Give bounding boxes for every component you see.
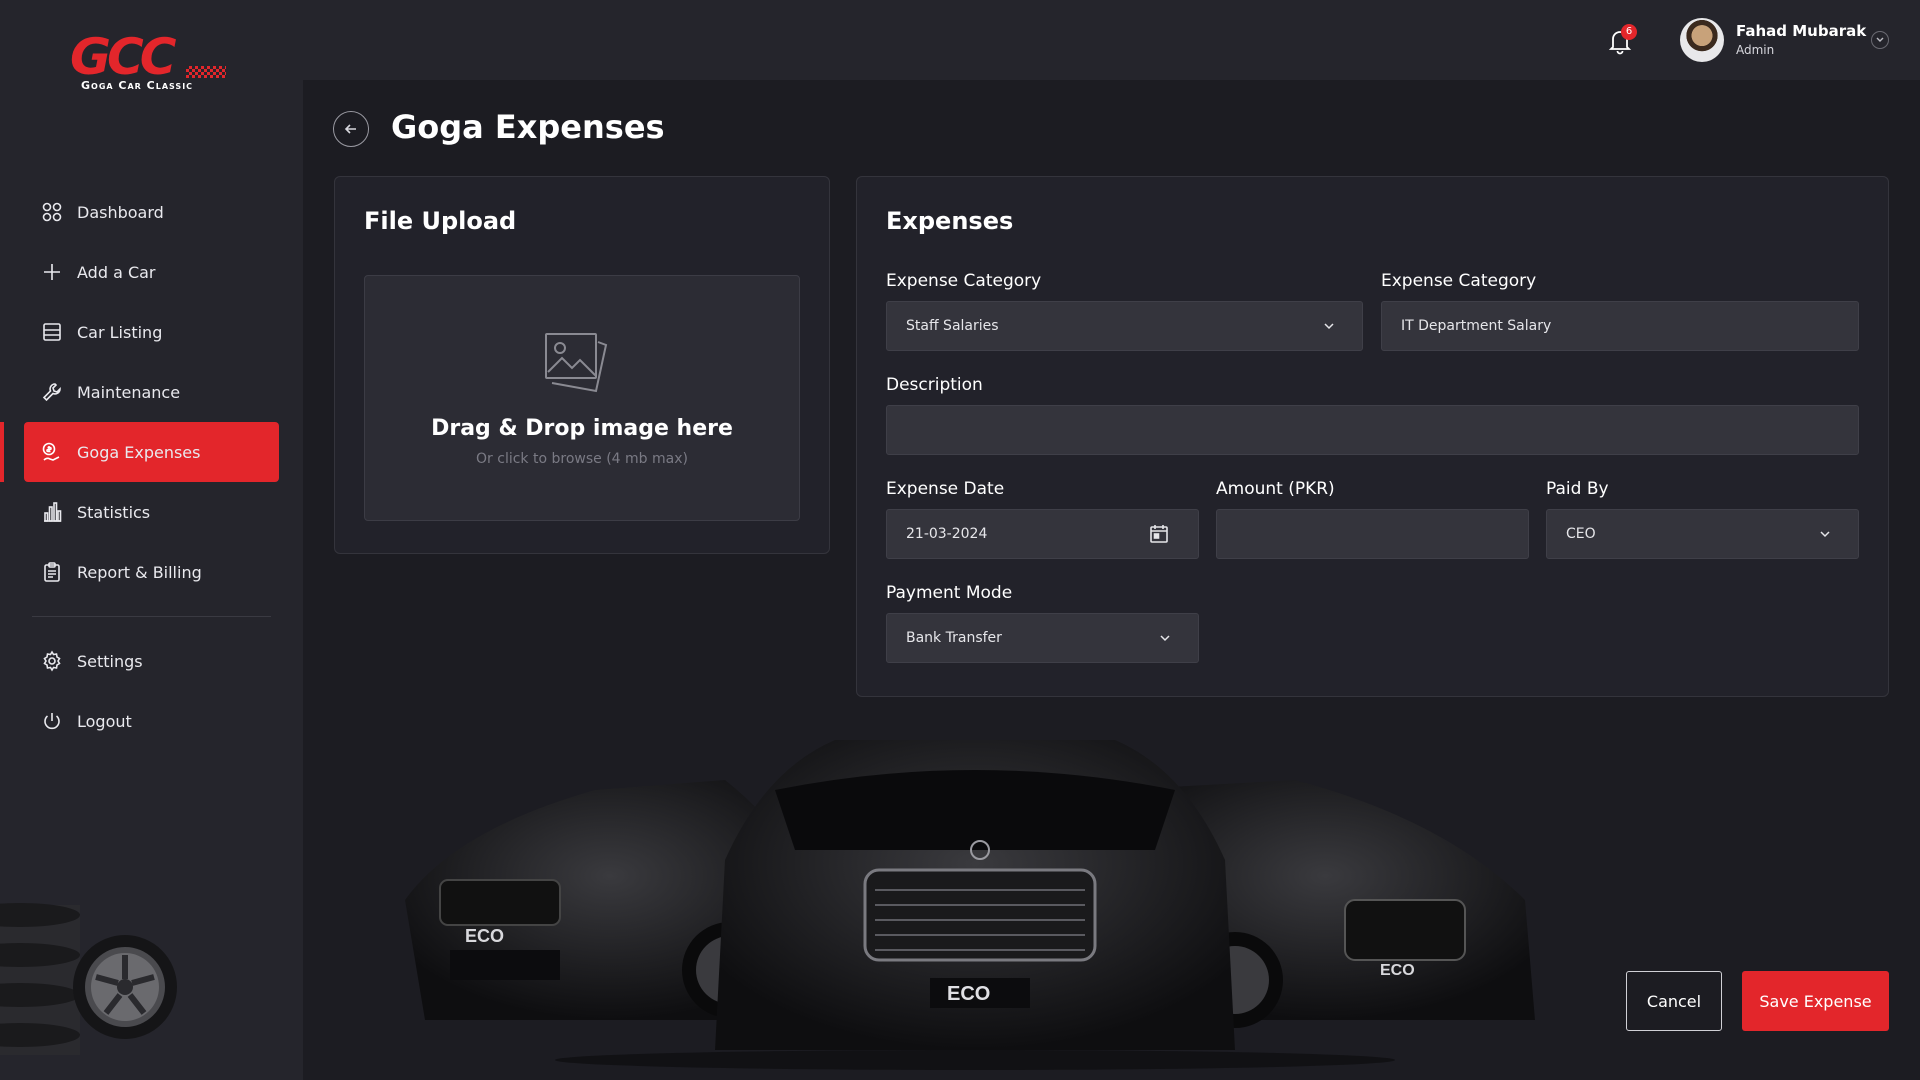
expenses-title: Expenses xyxy=(886,207,1014,235)
expense-subcategory-input[interactable]: IT Department Salary xyxy=(1381,301,1859,351)
sidebar-item-label: Goga Expenses xyxy=(77,442,201,462)
sidebar-item-maintenance[interactable]: Maintenance xyxy=(0,362,303,422)
sidebar-item-label: Car Listing xyxy=(77,322,163,342)
expense-category-select[interactable]: Staff Salaries xyxy=(886,301,1363,351)
grid-icon xyxy=(41,201,63,223)
topbar xyxy=(303,0,1920,80)
expenses-card: Expenses Expense Category Staff Salaries… xyxy=(856,176,1889,697)
sidebar-item-report-billing[interactable]: Report & Billing xyxy=(0,542,303,602)
paid-by-value: CEO xyxy=(1566,526,1596,542)
expenses-icon xyxy=(41,441,63,463)
cancel-button[interactable]: Cancel xyxy=(1626,971,1722,1031)
checkered-flag-icon xyxy=(186,66,226,78)
amount-input[interactable] xyxy=(1216,509,1529,559)
sidebar-item-goga-expenses[interactable]: Goga Expenses xyxy=(0,422,279,482)
sidebar-item-add-car[interactable]: Add a Car xyxy=(0,242,303,302)
sidebar-item-logout[interactable]: Logout xyxy=(0,691,303,751)
sidebar: GCC Goga Car Classic Dashboard Add a Car… xyxy=(0,0,303,1080)
chevron-down-icon xyxy=(1876,37,1884,42)
notification-badge: 6 xyxy=(1621,24,1637,40)
sidebar-nav: Dashboard Add a Car Car Listing Maintena… xyxy=(0,182,303,751)
chevron-down-icon xyxy=(1324,323,1334,330)
avatar[interactable] xyxy=(1680,18,1724,62)
bar-chart-icon xyxy=(41,501,63,523)
expense-date-input[interactable]: 21-03-2024 xyxy=(886,509,1199,559)
paid-by-label: Paid By xyxy=(1546,479,1609,499)
power-icon xyxy=(41,710,63,732)
user-name: Fahad Mubarak xyxy=(1736,22,1867,40)
sidebar-item-car-listing[interactable]: Car Listing xyxy=(0,302,303,362)
sidebar-item-label: Dashboard xyxy=(77,202,164,222)
payment-mode-label: Payment Mode xyxy=(886,583,1013,603)
arrow-left-icon xyxy=(344,124,356,134)
sidebar-item-label: Maintenance xyxy=(77,382,181,402)
user-role: Admin xyxy=(1736,43,1775,57)
sidebar-item-label: Logout xyxy=(77,711,132,731)
file-upload-title: File Upload xyxy=(364,207,517,235)
image-dropzone[interactable]: Drag & Drop image here Or click to brows… xyxy=(364,275,800,521)
wrench-icon xyxy=(41,381,63,403)
logo-subtitle: Goga Car Classic xyxy=(81,79,194,92)
expense-category-value: Staff Salaries xyxy=(906,318,999,334)
payment-mode-select[interactable]: Bank Transfer xyxy=(886,613,1199,663)
expense-subcategory-value: IT Department Salary xyxy=(1401,318,1552,334)
chevron-down-icon xyxy=(1160,635,1170,642)
sidebar-divider xyxy=(32,616,271,617)
dropzone-subtitle: Or click to browse (4 mb max) xyxy=(476,451,688,467)
save-expense-button[interactable]: Save Expense xyxy=(1742,971,1889,1031)
image-icon xyxy=(545,333,608,393)
list-icon xyxy=(41,321,63,343)
sidebar-item-label: Add a Car xyxy=(77,262,156,282)
dropzone-title: Drag & Drop image here xyxy=(431,416,733,441)
payment-mode-value: Bank Transfer xyxy=(906,630,1002,646)
sidebar-item-label: Statistics xyxy=(77,502,151,522)
page-title: Goga Expenses xyxy=(391,108,665,146)
cars-illustration: ECO ECO ECO xyxy=(405,740,1535,1070)
paid-by-select[interactable]: CEO xyxy=(1546,509,1859,559)
sidebar-item-settings[interactable]: Settings xyxy=(0,631,303,691)
description-label: Description xyxy=(886,375,983,395)
gear-icon xyxy=(41,650,63,672)
description-input[interactable] xyxy=(886,405,1859,455)
user-menu-button[interactable] xyxy=(1871,31,1889,49)
calendar-icon[interactable] xyxy=(1148,523,1170,545)
brand-logo[interactable]: GCC Goga Car Classic xyxy=(68,32,228,94)
amount-label: Amount (PKR) xyxy=(1216,479,1335,499)
car-plate: ECO xyxy=(947,983,990,1005)
tires-illustration xyxy=(0,903,177,1055)
car-plate: ECO xyxy=(465,926,504,946)
expense-date-value: 21-03-2024 xyxy=(906,526,988,542)
sidebar-item-dashboard[interactable]: Dashboard xyxy=(0,182,303,242)
sidebar-item-label: Report & Billing xyxy=(77,562,202,582)
expense-category-label: Expense Category xyxy=(886,271,1042,291)
sidebar-item-statistics[interactable]: Statistics xyxy=(0,482,303,542)
plus-icon xyxy=(41,261,63,283)
file-upload-card: File Upload Drag & Drop image here Or cl… xyxy=(334,176,830,554)
expense-subcategory-label: Expense Category xyxy=(1381,271,1537,291)
logo-mark: GCC xyxy=(70,28,176,86)
car-plate: ECO xyxy=(1380,962,1415,979)
clipboard-icon xyxy=(41,561,63,583)
sidebar-item-label: Settings xyxy=(77,651,143,671)
back-button[interactable] xyxy=(333,111,369,147)
chevron-down-icon xyxy=(1820,531,1830,538)
expense-date-label: Expense Date xyxy=(886,479,1005,499)
